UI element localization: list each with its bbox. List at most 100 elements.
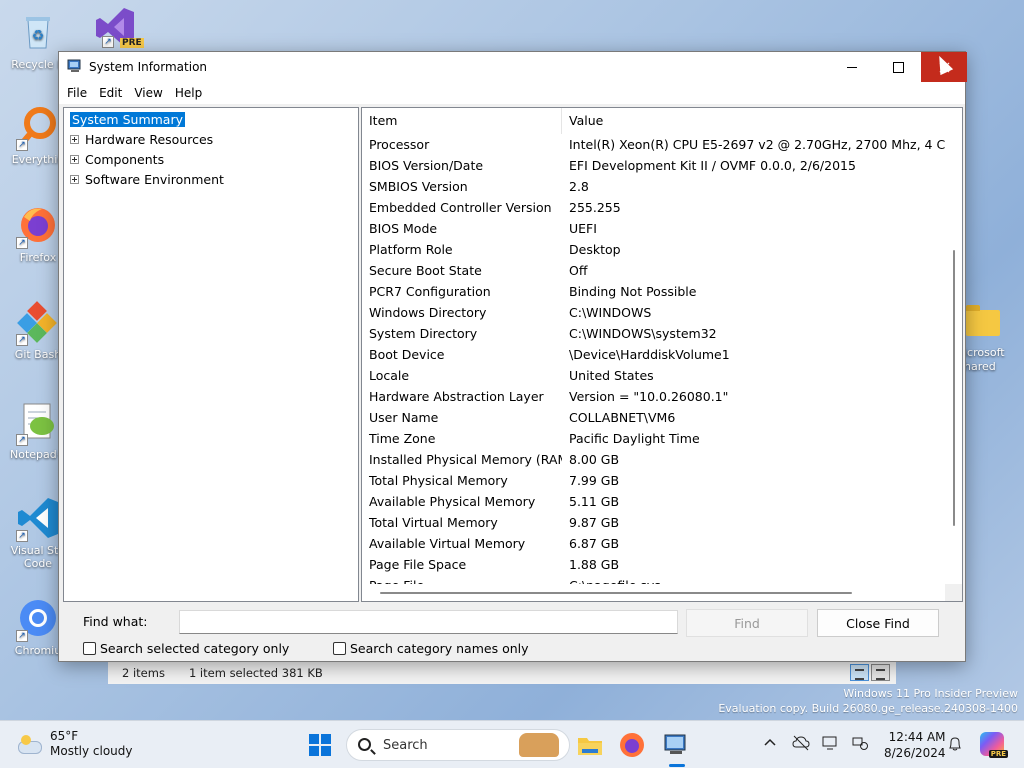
start-button[interactable]: [309, 734, 331, 756]
search-selected-category-checkbox[interactable]: Search selected category only: [83, 641, 289, 656]
maximize-button[interactable]: [875, 52, 921, 82]
details-view-button[interactable]: [850, 664, 869, 681]
expand-icon[interactable]: [70, 134, 79, 144]
column-header-value[interactable]: Value: [562, 108, 603, 134]
list-header: Item Value: [362, 108, 946, 134]
title-bar[interactable]: System Information: [59, 52, 967, 82]
taskbar-search-box[interactable]: Search: [346, 729, 570, 761]
cell-value: Pacific Daylight Time: [569, 431, 700, 446]
close-find-button[interactable]: Close Find: [817, 609, 939, 637]
menu-view[interactable]: View: [128, 86, 168, 100]
system-information-app-icon: [67, 59, 81, 72]
list-row[interactable]: Installed Physical Memory (RAM) 8.00 GB: [362, 449, 946, 470]
tree-item-components[interactable]: Components: [70, 150, 164, 168]
git-bash-icon: ↗: [16, 300, 60, 346]
list-row[interactable]: Processor Intel(R) Xeon(R) CPU E5-2697 v2…: [362, 134, 946, 155]
background-explorer-window[interactable]: 2 items 1 item selected 381 KB: [108, 660, 896, 684]
list-row[interactable]: Page FileC:\pagefile.sys: [362, 575, 946, 584]
checkbox-box[interactable]: [83, 642, 96, 655]
cell-value: Desktop: [569, 242, 621, 257]
list-row[interactable]: Time Zone Pacific Daylight Time: [362, 428, 946, 449]
taskbar-file-explorer[interactable]: [576, 731, 604, 759]
list-row[interactable]: Total Virtual Memory 9.87 GB: [362, 512, 946, 533]
list-row[interactable]: Embedded Controller Version 255.255: [362, 197, 946, 218]
cell-value: \Device\HarddiskVolume1: [569, 347, 730, 362]
clock-time: 12:44 AM: [888, 730, 946, 744]
vertical-scroll-thumb[interactable]: [953, 250, 955, 526]
network-icon[interactable]: [852, 735, 868, 751]
find-button[interactable]: Find: [686, 609, 808, 637]
expand-icon[interactable]: [70, 174, 79, 184]
list-row[interactable]: Available Physical Memory 5.11 GB: [362, 491, 946, 512]
search-category-names-checkbox[interactable]: Search category names only: [333, 641, 529, 656]
cell-value: 2.8: [569, 179, 589, 194]
search-icon: [358, 738, 371, 751]
list-row[interactable]: Locale United States: [362, 365, 946, 386]
shortcut-arrow-icon: ↗: [16, 334, 28, 346]
firefox-icon: [620, 733, 644, 757]
firefox-icon: ↗: [16, 203, 60, 249]
list-row[interactable]: BIOS Mode UEFI: [362, 218, 946, 239]
list-row[interactable]: Boot Device \Device\HarddiskVolume1: [362, 344, 946, 365]
vertical-scrollbar[interactable]: [945, 108, 962, 586]
weather-description: Mostly cloudy: [50, 744, 133, 758]
desktop-icon-shared-folder[interactable]: icrosoft hared: [964, 305, 1024, 374]
category-tree[interactable]: System Summary Hardware Resources Compon…: [63, 107, 359, 602]
menu-file[interactable]: File: [61, 86, 93, 100]
shortcut-arrow-icon: ↗: [16, 237, 28, 249]
list-row[interactable]: Page File Space 1.88 GB: [362, 554, 946, 575]
minimize-button[interactable]: [829, 52, 875, 82]
shortcut-arrow-icon: ↗: [16, 434, 28, 446]
horizontal-scrollbar[interactable]: [362, 584, 946, 601]
cell-item: Available Virtual Memory: [369, 536, 526, 551]
menu-help[interactable]: Help: [169, 86, 208, 100]
list-row[interactable]: Secure Boot State Off: [362, 260, 946, 281]
checkbox-label: Search category names only: [350, 641, 529, 656]
list-row[interactable]: Platform Role Desktop: [362, 239, 946, 260]
details-list[interactable]: Item Value Processor Intel(R) Xeon(R) CPU…: [361, 107, 963, 602]
list-row[interactable]: PCR7 Configuration Binding Not Possible: [362, 281, 946, 302]
taskbar-system-information[interactable]: [662, 731, 690, 767]
tiles-view-button[interactable]: [871, 664, 890, 681]
expand-icon[interactable]: [70, 154, 79, 164]
tree-item-label: Software Environment: [85, 171, 224, 187]
cloud-offline-icon[interactable]: [792, 735, 810, 751]
list-row[interactable]: User Name COLLABNET\VM6: [362, 407, 946, 428]
list-row[interactable]: Windows Directory C:\WINDOWS: [362, 302, 946, 323]
cell-value: C:\WINDOWS: [569, 305, 652, 320]
checkbox-label: Search selected category only: [100, 641, 290, 656]
notification-bell-icon[interactable]: [948, 736, 962, 752]
menu-edit[interactable]: Edit: [93, 86, 128, 100]
shortcut-arrow-icon: ↗: [102, 36, 114, 48]
taskbar: 65°F Mostly cloudy Search 12:44 AM 8/26/…: [0, 720, 1024, 768]
copilot-icon[interactable]: PRE: [980, 732, 1008, 758]
tree-item-hardware-resources[interactable]: Hardware Resources: [70, 130, 213, 148]
partly-cloudy-icon: [16, 735, 42, 754]
cell-value: C:\WINDOWS\system32: [569, 326, 717, 341]
list-row[interactable]: Available Virtual Memory 6.87 GB: [362, 533, 946, 554]
horizontal-scroll-thumb[interactable]: [380, 592, 852, 594]
list-row[interactable]: SMBIOS Version 2.8: [362, 176, 946, 197]
cell-item: User Name: [369, 410, 439, 425]
tree-item-system-summary[interactable]: System Summary: [70, 110, 185, 128]
list-row[interactable]: Hardware Abstraction Layer Version = "10.…: [362, 386, 946, 407]
list-row[interactable]: System Directory C:\WINDOWS\system32: [362, 323, 946, 344]
checkbox-box[interactable]: [333, 642, 346, 655]
column-header-item[interactable]: Item: [362, 108, 562, 134]
taskbar-firefox[interactable]: [618, 731, 646, 759]
list-row[interactable]: Total Physical Memory 7.99 GB: [362, 470, 946, 491]
system-information-window[interactable]: System Information File Edit View Help S…: [58, 51, 967, 662]
weather-widget[interactable]: 65°F Mostly cloudy: [16, 729, 133, 759]
clock[interactable]: 12:44 AM 8/26/2024: [884, 729, 946, 761]
display-icon[interactable]: [822, 735, 838, 751]
magnifier-icon: ↗: [16, 105, 60, 151]
desktop-icon-visual-studio-preview[interactable]: PRE ↗: [84, 6, 148, 54]
find-what-input[interactable]: [179, 610, 678, 634]
tree-item-software-environment[interactable]: Software Environment: [70, 170, 224, 188]
cell-value: 9.87 GB: [569, 515, 620, 530]
window-title: System Information: [89, 60, 208, 74]
chevron-up-icon[interactable]: [762, 735, 778, 751]
watermark-line-1: Windows 11 Pro Insider Preview: [843, 687, 1018, 700]
cell-value: United States: [569, 368, 654, 383]
list-row[interactable]: BIOS Version/Date EFI Development Kit II …: [362, 155, 946, 176]
